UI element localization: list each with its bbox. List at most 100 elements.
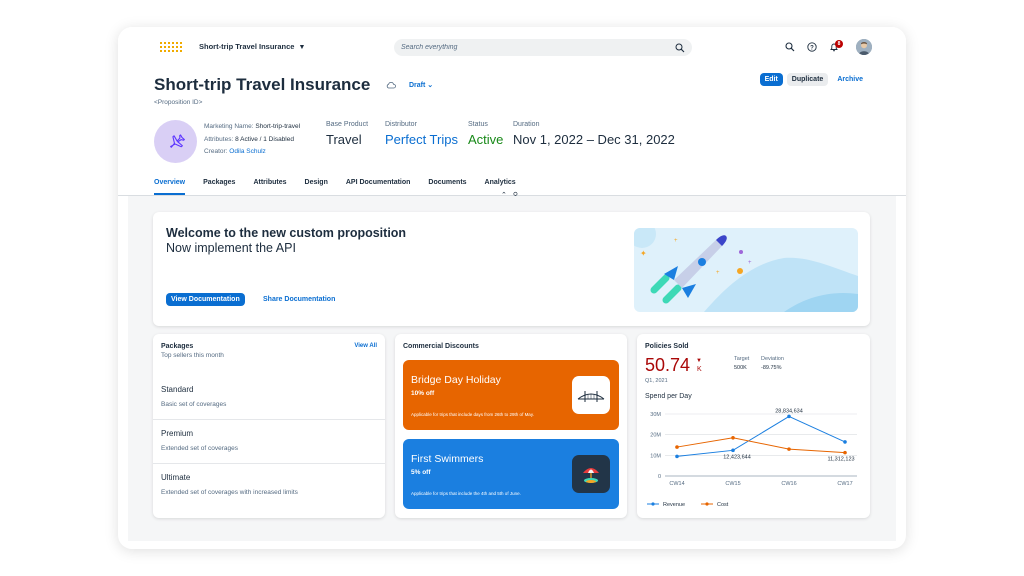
policies-period: Q1, 2021: [645, 378, 668, 384]
draft-label: Draft: [409, 82, 426, 89]
kpi-value[interactable]: Perfect Trips: [385, 132, 458, 147]
kpi-label: Status: [468, 121, 488, 128]
legend-marker: [651, 502, 655, 506]
package-description: Extended set of coverages with increased…: [161, 489, 298, 496]
discount-title: Bridge Day Holiday: [411, 374, 501, 386]
help-icon[interactable]: ?: [806, 41, 818, 53]
policies-sold-card: Policies Sold 50.74 ▼ K Q1, 2021 Target …: [637, 334, 870, 518]
beach-umbrella-icon: [572, 455, 610, 493]
shell-bar: Short-trip Travel Insurance▼ ? 8: [118, 27, 906, 67]
legend-label: Cost: [717, 502, 729, 508]
data-point: [843, 450, 847, 455]
tab-design[interactable]: Design: [305, 179, 328, 195]
app-title-label: Short-trip Travel Insurance: [199, 42, 295, 51]
kpi-base-product: Base Product Travel: [326, 121, 368, 147]
kpi-label: Duration: [513, 121, 540, 128]
discount-percent: 5% off: [411, 469, 431, 476]
archive-button[interactable]: Archive: [832, 73, 868, 86]
caret-down-icon: ▼: [298, 44, 306, 51]
creator-label: Creator:: [204, 148, 228, 155]
trend-down-icon: ▼: [696, 358, 702, 364]
view-documentation-button[interactable]: View Documentation: [166, 293, 245, 306]
y-tick-label: 20M: [650, 433, 661, 439]
discount-card[interactable]: Bridge Day Holiday 10% off Applicable fo…: [403, 360, 619, 430]
share-documentation-button[interactable]: Share Documentation: [258, 293, 340, 306]
tab-overview[interactable]: Overview: [154, 179, 186, 195]
view-all-link[interactable]: View All: [354, 343, 377, 349]
series-line-revenue: [676, 415, 846, 457]
x-tick-label: CW17: [837, 481, 852, 487]
policies-unit: K: [697, 366, 702, 373]
list-item[interactable]: Standard Basic set of coverages: [153, 385, 385, 409]
bridge-icon: [572, 376, 610, 414]
search-icon[interactable]: [675, 43, 685, 53]
policies-value: 50.74: [645, 355, 691, 375]
marketing-name-value: Short-trip-travel: [255, 123, 301, 130]
notification-bell-icon[interactable]: 8: [828, 40, 843, 53]
data-point: [675, 445, 679, 449]
target-value: 500K: [734, 365, 747, 371]
creator-link[interactable]: Odila Schulz: [229, 148, 266, 155]
data-point: [731, 435, 735, 440]
legend-label: Revenue: [663, 502, 685, 508]
packages-card: Packages Top sellers this month View All…: [153, 334, 385, 518]
discount-card[interactable]: First Swimmers 5% off Applicable for tri…: [403, 439, 619, 509]
airplane-icon: [169, 133, 185, 148]
tab-bar: Overview Packages Attributes Design API …: [154, 179, 516, 195]
kpi-duration: Duration Nov 1, 2022 – Dec 31, 2022: [513, 121, 675, 147]
welcome-card: Welcome to the new custom proposition No…: [153, 212, 870, 326]
kpi-label: Base Product: [326, 121, 369, 128]
tab-packages[interactable]: Packages: [203, 179, 235, 195]
notification-badge: 8: [835, 40, 843, 48]
legend-marker: [705, 502, 709, 506]
search-icon[interactable]: [784, 41, 796, 53]
commercial-discounts-card: Commercial Discounts Bridge Day Holiday …: [395, 334, 627, 518]
data-point: [843, 440, 847, 444]
divider: [153, 419, 385, 420]
tab-api-documentation[interactable]: API Documentation: [346, 179, 411, 195]
chevron-down-icon: ⌄: [427, 82, 434, 89]
data-point: [787, 447, 791, 451]
draft-status-menu[interactable]: Draft ⌄: [409, 81, 433, 89]
discounts-title: Commercial Discounts: [403, 343, 479, 350]
spend-per-day-chart: 30M 20M 10M 0 CW14 CW15 CW16 CW17 28,834,634 12,4…: [647, 408, 857, 508]
list-item[interactable]: Premium Extended set of coverages: [153, 429, 385, 453]
welcome-subtitle: Now implement the API: [166, 241, 296, 255]
svg-text:+: +: [716, 270, 720, 276]
packages-title: Packages: [161, 343, 194, 350]
discount-description: Applicable for trips that include days f…: [411, 412, 534, 417]
y-tick-label: 0: [658, 474, 661, 480]
svg-text:+: +: [748, 260, 752, 266]
proposition-id: <Proposition ID>: [154, 99, 203, 106]
company-logo[interactable]: [160, 42, 182, 53]
x-tick-label: CW15: [725, 481, 740, 487]
tab-documents[interactable]: Documents: [428, 179, 466, 195]
attributes-label: Attributes:: [204, 135, 234, 143]
svg-text:+: +: [674, 238, 678, 244]
kpi-label: Distributor: [385, 121, 417, 128]
x-tick-label: CW14: [669, 481, 684, 487]
series-line-cost: [676, 437, 846, 454]
svg-text:?: ?: [810, 45, 814, 51]
discount-percent: 10% off: [411, 390, 435, 397]
app-title-menu[interactable]: Short-trip Travel Insurance ▼: [199, 42, 305, 51]
chart-title: Spend per Day: [645, 393, 692, 400]
data-label: 28,834,634: [775, 408, 803, 414]
package-description: Extended set of coverages: [161, 445, 238, 452]
search-input[interactable]: [401, 44, 675, 51]
package-description: Basic set of coverages: [161, 401, 227, 408]
policies-kpi-value: 50.74 ▼ K: [645, 355, 702, 376]
user-avatar[interactable]: [856, 39, 872, 55]
package-name: Standard: [161, 385, 194, 394]
discount-title: First Swimmers: [411, 453, 484, 465]
edit-button[interactable]: Edit: [759, 73, 783, 86]
tab-attributes[interactable]: Attributes: [253, 179, 286, 195]
divider: [153, 463, 385, 464]
x-tick-label: CW16: [781, 481, 796, 487]
duplicate-button[interactable]: Duplicate: [786, 73, 829, 86]
search-field[interactable]: [394, 39, 692, 56]
rocket-illustration: ✦ + + +: [634, 228, 858, 312]
target-label: Target: [734, 356, 750, 362]
list-item[interactable]: Ultimate Extended set of coverages with …: [153, 473, 313, 497]
kpi-value: Active: [468, 132, 504, 147]
